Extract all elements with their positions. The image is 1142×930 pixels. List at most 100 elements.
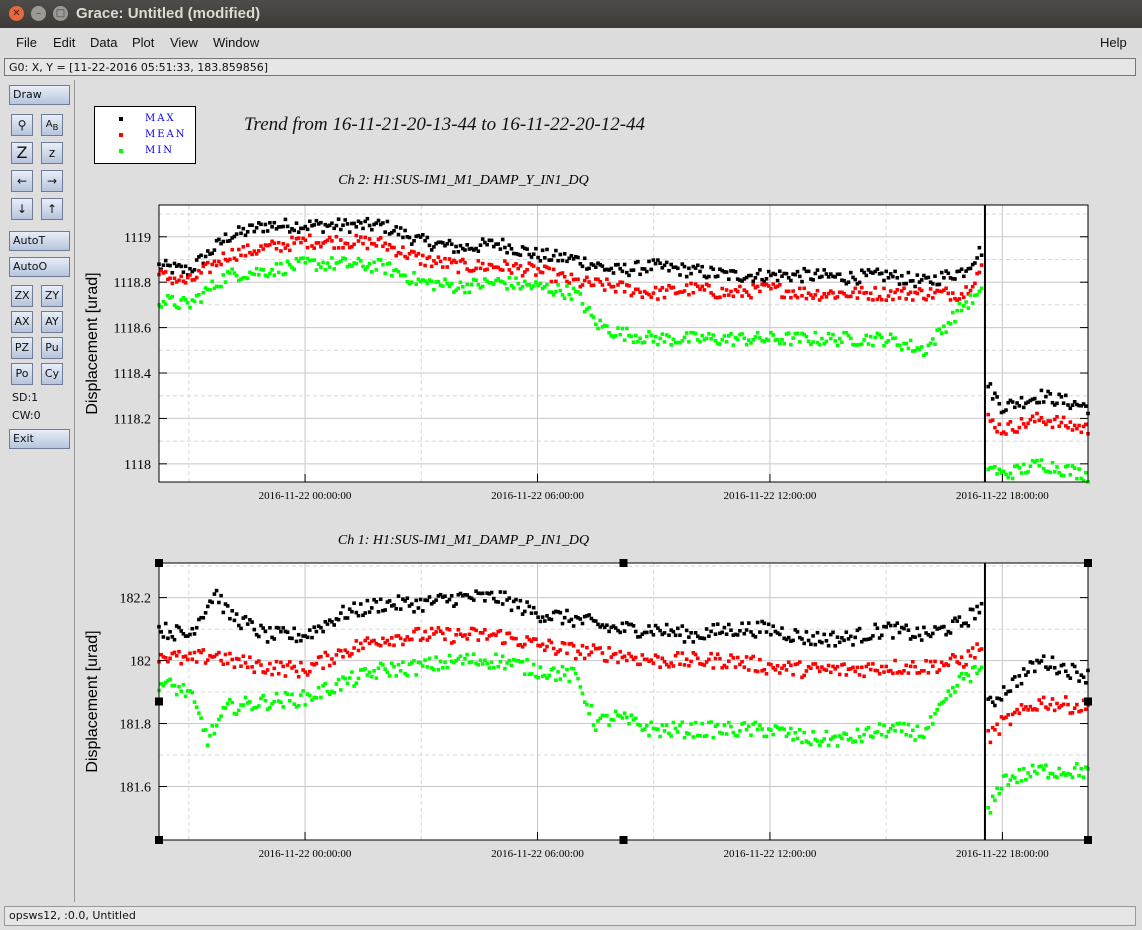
data-point-min <box>709 720 713 724</box>
data-point-max <box>265 229 270 233</box>
data-point-mean <box>933 659 937 664</box>
data-point-min <box>986 806 990 810</box>
data-point-min <box>212 731 217 736</box>
data-point-max <box>314 218 319 223</box>
data-point-min <box>321 260 325 265</box>
data-point-min <box>973 664 977 669</box>
data-point-max <box>631 268 636 272</box>
data-point-max <box>243 615 248 619</box>
data-point-mean <box>276 240 281 245</box>
data-point-max <box>658 628 662 633</box>
data-point-min <box>811 340 815 344</box>
data-point-min <box>742 336 747 340</box>
data-point-max <box>607 629 611 634</box>
data-point-max <box>1052 666 1057 670</box>
data-point-max <box>1066 403 1070 407</box>
data-point-max <box>769 632 773 637</box>
data-point-max <box>1019 395 1024 400</box>
data-point-max <box>1084 404 1088 408</box>
data-point-max <box>509 608 514 613</box>
data-point-max <box>780 626 784 630</box>
data-point-mean <box>316 241 321 245</box>
data-point-min <box>558 288 563 293</box>
data-point-max <box>405 596 410 600</box>
data-point-min <box>944 697 948 701</box>
data-point-min <box>514 276 518 280</box>
data-point-max <box>638 272 642 277</box>
data-point-min <box>192 700 197 704</box>
data-point-max <box>518 598 523 603</box>
data-point-min <box>676 730 680 734</box>
data-point-min <box>354 261 359 266</box>
data-point-max <box>221 239 226 244</box>
data-point-max <box>192 268 197 272</box>
data-point-min <box>627 722 631 726</box>
data-point-max <box>498 590 503 594</box>
data-point-mean <box>902 669 906 673</box>
data-point-mean <box>418 262 423 266</box>
data-point-mean <box>536 266 540 271</box>
data-point-mean <box>660 286 665 290</box>
data-point-max <box>410 602 414 606</box>
data-point-min <box>461 285 465 289</box>
data-point-mean <box>456 270 461 275</box>
data-point-mean <box>248 655 252 659</box>
data-point-min <box>390 273 394 278</box>
data-point-mean <box>1019 703 1024 707</box>
data-point-mean <box>363 235 367 240</box>
data-point-max <box>968 266 973 271</box>
data-point-mean <box>190 657 195 662</box>
data-point-max <box>751 279 755 284</box>
selection-handle <box>1084 697 1092 706</box>
data-point-mean <box>334 653 339 657</box>
data-point-max <box>742 631 747 636</box>
data-point-min <box>370 674 374 679</box>
data-point-min <box>376 666 381 670</box>
data-point-mean <box>944 286 948 291</box>
data-point-mean <box>868 291 873 296</box>
data-point-mean <box>709 651 713 656</box>
data-point-min <box>1070 775 1075 779</box>
data-point-mean <box>257 659 261 663</box>
data-point-max <box>416 606 421 610</box>
data-point-max <box>527 604 532 609</box>
data-point-max <box>1048 665 1053 669</box>
data-point-max <box>1075 670 1079 674</box>
data-point-mean <box>959 292 964 296</box>
data-point-min <box>924 351 928 356</box>
data-point-mean <box>786 660 791 664</box>
data-point-mean <box>305 245 310 250</box>
data-point-mean <box>385 248 390 252</box>
data-point-mean <box>367 237 372 241</box>
data-point-mean <box>1037 698 1041 702</box>
data-point-min <box>327 265 332 269</box>
data-point-mean <box>607 646 611 650</box>
data-point-mean <box>276 671 281 676</box>
data-point-min <box>636 340 640 344</box>
data-point-min <box>554 290 558 294</box>
legend-label-max: MAX <box>145 113 176 124</box>
data-point-mean <box>911 298 915 302</box>
data-point-mean <box>824 295 829 299</box>
data-point-mean <box>429 264 434 269</box>
data-point-mean <box>356 239 361 243</box>
data-point-mean <box>549 279 554 284</box>
data-point-min <box>999 786 1004 791</box>
data-point-mean <box>421 253 425 258</box>
data-point-min <box>469 282 474 287</box>
data-point-max <box>281 224 285 229</box>
data-point-max <box>884 269 888 274</box>
data-point-mean <box>948 298 953 302</box>
data-point-mean <box>410 637 414 642</box>
data-point-min <box>392 664 396 669</box>
data-point-min <box>480 662 485 666</box>
x-tick-label: 2016-11-22 06:00:00 <box>491 490 584 502</box>
data-point-mean <box>660 656 665 661</box>
data-point-mean <box>613 290 618 294</box>
data-point-max <box>279 629 283 634</box>
data-point-min <box>432 287 436 292</box>
data-point-max <box>811 278 815 282</box>
data-point-mean <box>602 288 607 292</box>
data-point-min <box>403 273 407 278</box>
data-point-min <box>897 343 902 348</box>
